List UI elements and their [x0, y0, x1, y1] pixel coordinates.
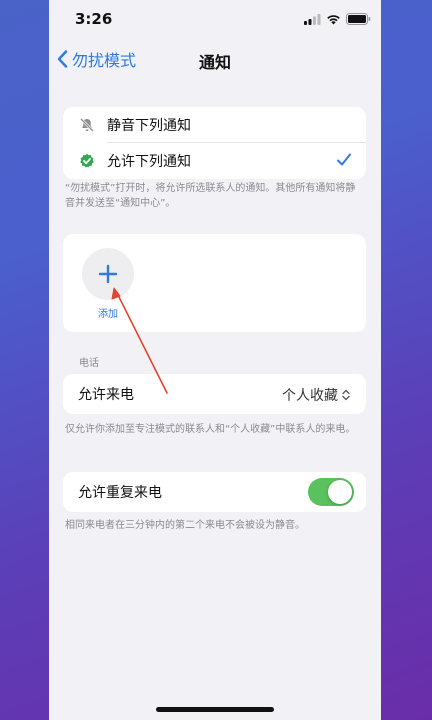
calls-section-label: 电话 — [79, 358, 99, 369]
repeat-calls-row: 允许重复来电 — [63, 472, 366, 512]
repeat-calls-card: 允许重复来电 — [63, 472, 366, 512]
option-allow-notifications[interactable]: 允许下列通知 — [63, 143, 366, 179]
wifi-icon — [327, 14, 340, 24]
allowed-contacts-card: 添加 — [63, 234, 366, 332]
option-label: 允许下列通知 — [107, 154, 191, 170]
green-check-badge-icon — [78, 152, 96, 170]
chevron-up-down-icon — [342, 389, 350, 401]
status-icons — [304, 13, 371, 25]
cellular-signal-icon — [304, 13, 321, 25]
checkmark-icon — [337, 153, 351, 166]
toggle-knob — [328, 480, 352, 504]
repeat-calls-label: 允许重复来电 — [78, 485, 162, 501]
notification-options-card: 静音下列通知 允许下列通知 — [63, 107, 366, 179]
navigation-bar: 勿扰模式 通知 — [49, 42, 381, 76]
repeat-calls-footnote: 相同来电者在三分钟内的第二个来电不会被设为静音。 — [65, 520, 305, 531]
battery-icon — [346, 13, 371, 25]
page-title: 通知 — [198, 53, 231, 72]
repeat-calls-toggle[interactable] — [308, 478, 354, 506]
allow-calls-label: 允许来电 — [78, 387, 134, 403]
home-indicator — [156, 707, 274, 712]
notifications-footnote: “勿扰模式”打开时，将允许所选联系人的通知。其他所有通知将静音并发送至“通知中心… — [65, 183, 356, 209]
add-button-label: 添加 — [98, 309, 118, 320]
allow-calls-select[interactable]: 个人收藏 — [282, 385, 350, 405]
status-bar: 3:26 — [49, 0, 381, 40]
plus-icon — [98, 264, 118, 284]
option-label: 静音下列通知 — [107, 118, 191, 134]
add-button[interactable] — [82, 248, 134, 300]
allow-calls-card: 允许来电 个人收藏 — [63, 374, 366, 414]
phone-screen: 3:26 勿扰模式 通知 静音下列通知 允许下列通知 “勿扰模式”打开时，将允许… — [49, 0, 381, 720]
bell-slash-icon — [78, 116, 96, 134]
allow-calls-row[interactable]: 允许来电 个人收藏 — [63, 374, 366, 414]
status-time: 3:26 — [75, 10, 113, 28]
allow-calls-value: 个人收藏 — [282, 388, 338, 404]
option-silence-notifications[interactable]: 静音下列通知 — [63, 107, 366, 143]
allow-calls-footnote: 仅允许你添加至专注模式的联系人和“个人收藏”中联系人的来电。 — [65, 424, 356, 435]
